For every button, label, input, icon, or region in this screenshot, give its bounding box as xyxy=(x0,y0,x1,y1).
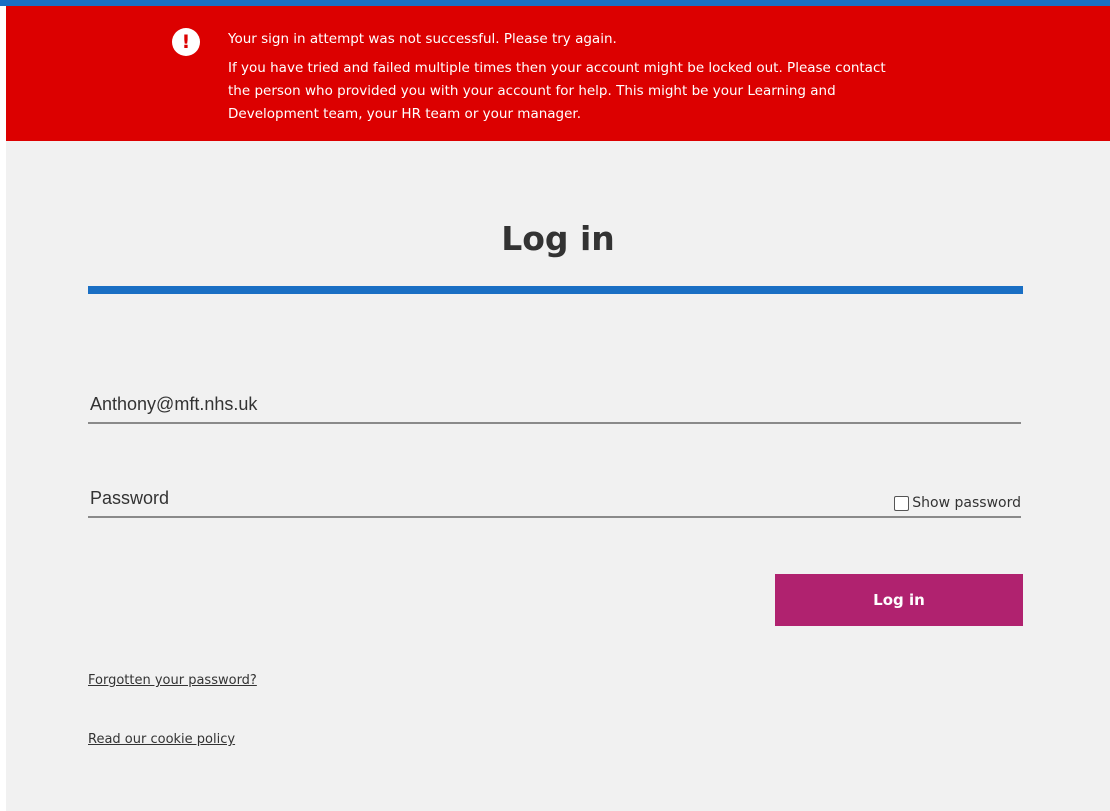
error-detail-line-1: If you have tried and failed multiple ti… xyxy=(228,60,886,76)
error-banner: ! Your sign in attempt was not successfu… xyxy=(6,6,1110,141)
show-password-toggle[interactable]: Show password xyxy=(894,495,1021,511)
show-password-label: Show password xyxy=(912,495,1021,511)
error-detail-line-3: Development team, your HR team or your m… xyxy=(228,106,582,122)
error-detail-line-2: the person who provided you with your ac… xyxy=(228,83,836,99)
show-password-checkbox[interactable] xyxy=(894,495,910,511)
password-placeholder: Password xyxy=(90,488,170,508)
title-divider xyxy=(88,286,1023,294)
email-field[interactable]: Anthony@mft.nhs.uk xyxy=(88,382,1021,424)
password-field[interactable]: Password Show password xyxy=(88,476,1021,518)
login-button[interactable]: Log in xyxy=(775,574,1023,626)
page-title: Log in xyxy=(501,219,615,258)
error-title: Your sign in attempt was not successful.… xyxy=(228,31,617,47)
cookie-policy-link[interactable]: Read our cookie policy xyxy=(88,732,235,747)
exclamation-icon: ! xyxy=(172,28,200,56)
email-value: Anthony@mft.nhs.uk xyxy=(90,394,258,414)
login-panel: Log in Anthony@mft.nhs.uk Password Show … xyxy=(6,141,1110,811)
forgot-password-link[interactable]: Forgotten your password? xyxy=(88,673,257,688)
error-message: Your sign in attempt was not successful.… xyxy=(228,28,1048,126)
